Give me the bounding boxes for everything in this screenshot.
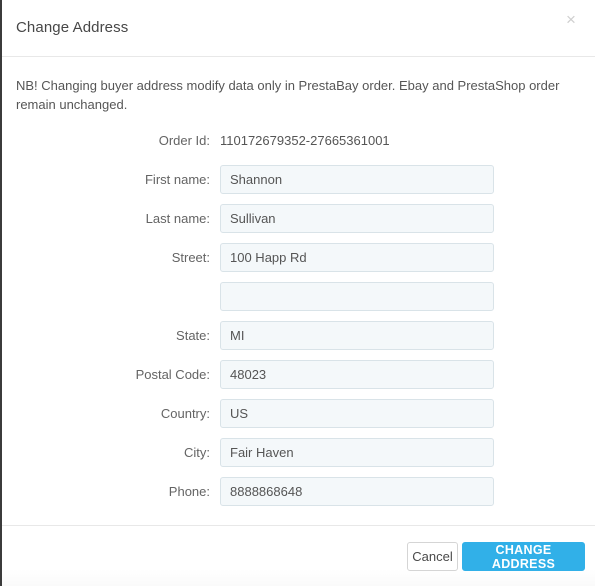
label-state: State: [176,328,210,343]
form-row-state: State: [2,321,595,360]
form-row-last-name: Last name: [2,204,595,243]
modal-header: Change Address × [2,0,595,57]
form-row-street: Street: [2,243,595,282]
warning-note: NB! Changing buyer address modify data o… [16,78,560,112]
form-row-postal-code: Postal Code: [2,360,595,399]
city-input[interactable] [220,438,494,467]
change-address-button[interactable]: CHANGE ADDRESS [462,542,585,571]
label-street: Street: [171,250,210,265]
postal-code-input[interactable] [220,360,494,389]
label-postal-code: Postal Code: [135,367,210,382]
label-country: Country: [160,406,210,421]
form-row-order-id: Order Id: 110172679352-27665361001 [2,126,595,165]
close-icon[interactable]: × [560,9,582,31]
country-input[interactable] [220,399,494,428]
label-phone: Phone: [168,484,210,499]
form-row-first-name: First name: [2,165,595,204]
phone-input[interactable] [220,477,494,506]
label-city: City: [184,445,210,460]
address-form: Order Id: 110172679352-27665361001 First n… [2,126,595,516]
change-address-modal: Change Address × NB! Changing buyer addr… [0,0,595,586]
cancel-button[interactable]: Cancel [407,542,458,571]
value-order-id: 110172679352-27665361001 [220,133,390,148]
label-last-name: Last name: [145,211,210,226]
form-row-street-2 [2,282,595,321]
page-title: Change Address [16,19,129,36]
street-input[interactable] [220,243,494,272]
label-order-id: Order Id: [158,133,210,148]
form-row-city: City: [2,438,595,477]
first-name-input[interactable] [220,165,494,194]
modal-footer: Cancel CHANGE ADDRESS [2,525,595,586]
modal-body: NB! Changing buyer address modify data o… [2,58,595,525]
last-name-input[interactable] [220,204,494,233]
form-row-phone: Phone: [2,477,595,516]
form-row-country: Country: [2,399,595,438]
street-2-input[interactable] [220,282,494,311]
label-first-name: First name: [144,172,210,187]
state-input[interactable] [220,321,494,350]
